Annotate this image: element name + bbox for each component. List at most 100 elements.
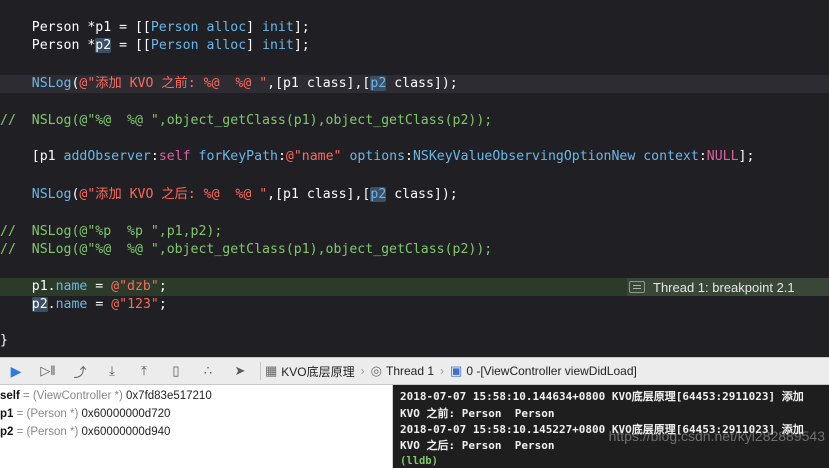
code-token: Person *p1 = [[ <box>0 20 151 35</box>
code-token: forKeyPath <box>198 149 278 164</box>
variable-row[interactable]: p2 = (Person *) 0x60000000d940 <box>0 423 170 441</box>
code-line-7[interactable]: // NSLog(@"%p %p ",p1,p2); <box>0 223 829 241</box>
string-literal: @"添加 KVO 之前: %@ %@ " <box>79 76 268 91</box>
code-token: alloc <box>206 38 247 53</box>
breakpoint-toggle-icon[interactable]: ▶ <box>0 358 32 384</box>
lldb-prompt[interactable]: (lldb) <box>400 453 438 468</box>
chevron-right-icon: › <box>440 364 445 378</box>
console-line: 2018-07-07 15:58:10.144634+0800 KVO底层原理[… <box>400 390 804 403</box>
location-icon[interactable]: ➤ <box>224 358 256 384</box>
step-over-icon[interactable]: ⤴ <box>64 358 96 384</box>
variable-type: = (ViewController *) <box>19 390 127 402</box>
variable-row[interactable]: p1 = (Person *) 0x60000000d720 <box>0 405 170 423</box>
code-token: : <box>150 149 159 164</box>
memory-graph-icon[interactable]: ∴ <box>192 358 224 384</box>
code-token: NSLog <box>31 187 72 202</box>
code-token: Person <box>150 20 199 35</box>
debug-view-hierarchy-icon[interactable]: ▯ <box>160 358 192 384</box>
code-line-2[interactable]: Person *p2 = [[Person alloc] init]; <box>0 37 829 55</box>
code-token: : <box>277 149 286 164</box>
code-line-4[interactable]: // NSLog(@"%@ %@ ",object_getClass(p1),o… <box>0 112 829 130</box>
code-token: ]; <box>738 149 755 164</box>
code-token: name <box>55 297 88 312</box>
chevron-right-icon: › <box>360 364 365 378</box>
debug-console[interactable]: 2018-07-07 15:58:10.144634+0800 KVO底层原理[… <box>393 385 829 468</box>
debug-toolbar: ▶ ▷‖ ⤴ ⤓ ⤒ ▯ ∴ ➤ ▦ KVO底层原理 › ◎ Thread 1 … <box>0 357 829 385</box>
string-literal: @"name" <box>285 149 342 164</box>
code-line-8[interactable]: // NSLog(@"%@ %@ ",object_getClass(p1),o… <box>0 241 829 259</box>
selected-symbol[interactable]: p2 <box>370 187 387 202</box>
code-token: p1. <box>0 279 56 294</box>
code-token: = <box>87 297 112 312</box>
string-literal: @"dzb" <box>111 279 159 294</box>
code-token: = <box>87 279 112 294</box>
breadcrumb-frame[interactable]: 0 -[ViewController viewDidLoad] <box>466 364 637 378</box>
code-token: ]; <box>293 38 310 53</box>
code-token: NULL <box>706 149 739 164</box>
breadcrumb-target[interactable]: KVO底层原理 <box>281 363 354 380</box>
code-line-5[interactable]: [p1 addObserver:self forKeyPath:@"name" … <box>0 148 829 166</box>
variable-type: = (Person *) <box>13 408 82 420</box>
code-token: [p1 <box>0 149 64 164</box>
code-token: NSKeyValueObservingOptionNew <box>412 149 636 164</box>
breakpoint-annotation[interactable]: Thread 1: breakpoint 2.1 <box>627 278 829 296</box>
code-token: : <box>405 149 413 164</box>
variable-value: 0x7fd83e517210 <box>126 390 212 402</box>
code-token: . <box>47 297 56 312</box>
code-comment: // NSLog(@"%p %p ",p1,p2); <box>0 224 223 239</box>
code-line-6[interactable]: NSLog(@"添加 KVO 之后: %@ %@ ",[p1 class],[p… <box>0 186 829 204</box>
code-token: ]; <box>293 20 310 35</box>
code-comment: // NSLog(@"%@ %@ ",object_getClass(p1),o… <box>0 242 493 257</box>
variable-value: 0x60000000d940 <box>81 426 171 438</box>
code-token: context <box>643 149 699 164</box>
code-line-10[interactable]: p2.name = @"123"; <box>0 296 829 314</box>
watermark-text: https://blog.csdn.net/kyl282889543 <box>608 428 825 444</box>
code-token: options <box>349 149 406 164</box>
variables-view[interactable]: self = (ViewController *) 0x7fd83e517210… <box>0 385 392 468</box>
code-token: class]); <box>386 187 458 202</box>
selected-symbol[interactable]: p2 <box>31 297 48 312</box>
code-token: ,[p1 class],[ <box>267 187 371 202</box>
thread-icon: ◎ <box>370 363 382 378</box>
string-literal: @"添加 KVO 之后: %@ %@ " <box>79 187 268 202</box>
code-token: Person <box>150 38 199 53</box>
code-line-1[interactable]: Person *p1 = [[Person alloc] init]; <box>0 19 829 37</box>
variable-name: p2 <box>0 426 14 438</box>
code-token: alloc <box>206 20 247 35</box>
step-out-icon[interactable]: ⤒ <box>128 358 160 384</box>
continue-icon[interactable]: ▷‖ <box>32 358 64 384</box>
code-token: = [[ <box>111 38 151 53</box>
step-into-icon[interactable]: ⤓ <box>96 358 128 384</box>
scheme-icon: ▦ <box>265 363 278 378</box>
debug-breadcrumb: ▦ KVO底层原理 › ◎ Thread 1 › ▣ 0 -[ViewContr… <box>265 363 637 380</box>
code-token: class]); <box>386 76 458 91</box>
code-token: Person * <box>0 38 96 53</box>
frame-icon: ▣ <box>450 363 463 378</box>
console-line: KVO 之后: Person Person <box>400 439 555 452</box>
selected-symbol[interactable]: p2 <box>95 38 112 53</box>
console-line: KVO 之前: Person Person <box>400 407 555 420</box>
string-literal: @"123" <box>111 297 159 312</box>
code-token: } <box>0 333 8 348</box>
code-line-11[interactable]: } <box>0 332 829 350</box>
code-line-3[interactable]: NSLog(@"添加 KVO 之前: %@ %@ ",[p1 class],[p… <box>0 75 829 93</box>
selected-symbol[interactable]: p2 <box>370 76 387 91</box>
code-token: NSLog <box>31 76 72 91</box>
code-token: self <box>158 149 191 164</box>
toolbar-divider <box>260 362 261 380</box>
variable-name: p1 <box>0 408 14 420</box>
variable-name: self <box>0 390 20 402</box>
code-token: ] <box>246 20 263 35</box>
code-token: ] <box>246 38 263 53</box>
code-token: init <box>262 38 294 53</box>
code-token: ,[p1 class],[ <box>267 76 371 91</box>
code-editor[interactable]: Person *p1 = [[Person alloc] init]; Pers… <box>0 0 829 357</box>
variable-row[interactable]: self = (ViewController *) 0x7fd83e517210 <box>0 387 212 405</box>
code-comment: // NSLog(@"%@ %@ ",object_getClass(p1),o… <box>0 113 493 128</box>
breadcrumb-thread[interactable]: Thread 1 <box>386 364 434 378</box>
code-token: init <box>262 20 294 35</box>
